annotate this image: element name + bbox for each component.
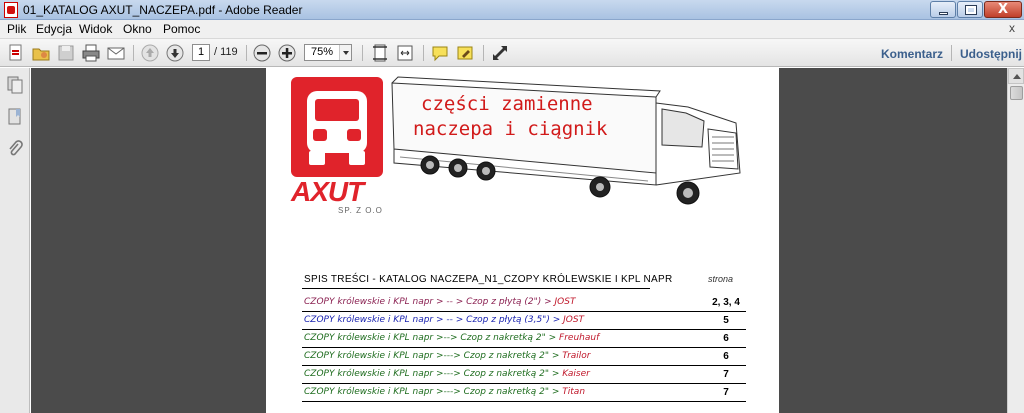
window-title: 01_KATALOG AXUT_NACZEPA.pdf - Adobe Read… [23,3,303,17]
page-number-input[interactable]: 1 [192,44,210,61]
toc-row-path: CZOPY królewskie i KPL napr >---> Czop z… [304,351,563,361]
highlight-icon[interactable] [455,43,475,63]
prev-page-icon[interactable] [140,43,160,63]
toc-row-brand: Titan [562,387,586,397]
toc-row-title: CZOPY królewskie i KPL napr >---> Czop z… [304,387,585,397]
toolbar-separator [483,45,484,61]
toc-row[interactable]: CZOPY królewskie i KPL napr >---> Czop z… [302,348,746,366]
toc-row-page: 6 [723,333,729,344]
scroll-thumb[interactable] [1010,86,1023,100]
toc-row-page: 6 [723,351,729,362]
close-icon: X [998,2,1009,17]
toc-row-path: CZOPY królewskie i KPL napr >---> Czop z… [304,387,563,397]
toc-row-path: CZOPY królewskie i KPL napr > -- > Czop … [304,297,555,307]
toolbar-separator [423,45,424,61]
truck-caption-line2: naczepa i ciągnik [413,118,608,140]
toc-row-brand: Kaiser [562,369,590,379]
fullscreen-icon[interactable] [490,43,510,63]
toc-row-title: CZOPY królewskie i KPL napr >---> Czop z… [304,369,590,379]
toc-heading: SPIS TREŚCI - KATALOG NACZEPA_N1_CZOPY K… [304,274,673,285]
toolbar-separator [951,45,952,61]
comment-icon[interactable] [430,43,450,63]
toc-row-page: 2, 3, 4 [712,297,740,308]
toolbar-separator [133,45,134,61]
zoom-select[interactable]: 75% [304,44,352,61]
pages-icon[interactable] [6,76,24,94]
maximize-button[interactable] [957,1,983,18]
pdf-page: AXUT SP. Z O.O części zamienne naczepa i… [266,68,779,413]
scroll-up-button[interactable] [1008,68,1024,84]
toc-row[interactable]: CZOPY królewskie i KPL napr > -- > Czop … [302,294,746,312]
toc-row-brand: JOST [554,297,576,307]
maximize-icon [965,5,977,15]
comment-panel-link[interactable]: Komentarz [881,47,943,61]
open-icon[interactable] [31,43,51,63]
title-bar: 01_KATALOG AXUT_NACZEPA.pdf - Adobe Read… [0,0,1024,20]
zoom-out-icon[interactable] [252,43,272,63]
toc-row-path: CZOPY królewskie i KPL napr > -- > Czop … [304,315,564,325]
menu-edycja[interactable]: Edycja [36,22,72,36]
logo-subtitle: SP. Z O.O [338,206,383,215]
minimize-button[interactable] [930,1,956,18]
next-page-icon[interactable] [165,43,185,63]
zoom-in-icon[interactable] [277,43,297,63]
toc-heading-underline [302,288,650,289]
navigation-pane [0,68,30,413]
toc-row-title: CZOPY królewskie i KPL napr > -- > Czop … [304,297,575,307]
menu-pomoc[interactable]: Pomoc [163,22,200,36]
toc-row-page: 7 [723,369,729,380]
toc-row-brand: Freuhauf [559,333,600,343]
menu-widok[interactable]: Widok [79,22,112,36]
logo-name: AXUT [291,176,364,207]
toc-row-title: CZOPY królewskie i KPL napr >---> Czop z… [304,351,591,361]
minimize-icon [939,12,948,15]
page-total: / 119 [214,46,238,58]
pdf-app-icon [4,2,18,18]
toc-row-path: CZOPY królewskie i KPL napr >---> Czop z… [304,369,563,379]
bookmarks-icon[interactable] [6,108,24,126]
close-window-button[interactable]: X [984,1,1022,18]
toc-row[interactable]: CZOPY królewskie i KPL napr >---> Czop z… [302,366,746,384]
create-pdf-icon[interactable] [6,43,26,63]
fit-width-icon[interactable] [395,43,415,63]
email-icon[interactable] [106,43,126,63]
toc-row[interactable]: CZOPY królewskie i KPL napr > -- > Czop … [302,312,746,330]
save-icon[interactable] [56,43,76,63]
menu-plik[interactable]: Plik [7,22,26,36]
toc-row-title: CZOPY królewskie i KPL napr >--> Czop z … [304,333,599,343]
close-document-button[interactable]: x [1009,21,1015,35]
zoom-value: 75% [311,46,334,58]
toolbar-separator [362,45,363,61]
toc-row-title: CZOPY królewskie i KPL napr > -- > Czop … [304,315,584,325]
toc-row[interactable]: CZOPY królewskie i KPL napr >--> Czop z … [302,330,746,348]
share-panel-link[interactable]: Udostępnij [960,47,1022,61]
toc-row-brand: Trailor [562,351,591,361]
toc-row[interactable]: CZOPY królewskie i KPL napr >---> Czop z… [302,384,746,402]
toolbar-separator [246,45,247,61]
menu-okno[interactable]: Okno [123,22,152,36]
attachments-icon[interactable] [6,140,24,158]
vertical-scrollbar[interactable] [1007,68,1024,413]
toc-row-page: 7 [723,387,729,398]
axut-logo [291,77,383,177]
document-viewport[interactable]: AXUT SP. Z O.O części zamienne naczepa i… [31,68,1007,413]
toc-row-brand: JOST [563,315,585,325]
toc-page-column-header: strona [708,274,734,284]
toolbar: 1 / 119 75% Komentarz Udostępnij [0,39,1024,67]
truck-caption-line1: części zamienne [421,93,593,115]
toc-row-page: 5 [723,315,729,326]
menu-bar: Plik Edycja Widok Okno Pomoc x [0,20,1024,39]
toc-row-path: CZOPY królewskie i KPL napr >--> Czop z … [304,333,560,343]
chevron-down-icon[interactable] [339,45,351,60]
print-icon[interactable] [81,43,101,63]
fit-page-icon[interactable] [370,43,390,63]
